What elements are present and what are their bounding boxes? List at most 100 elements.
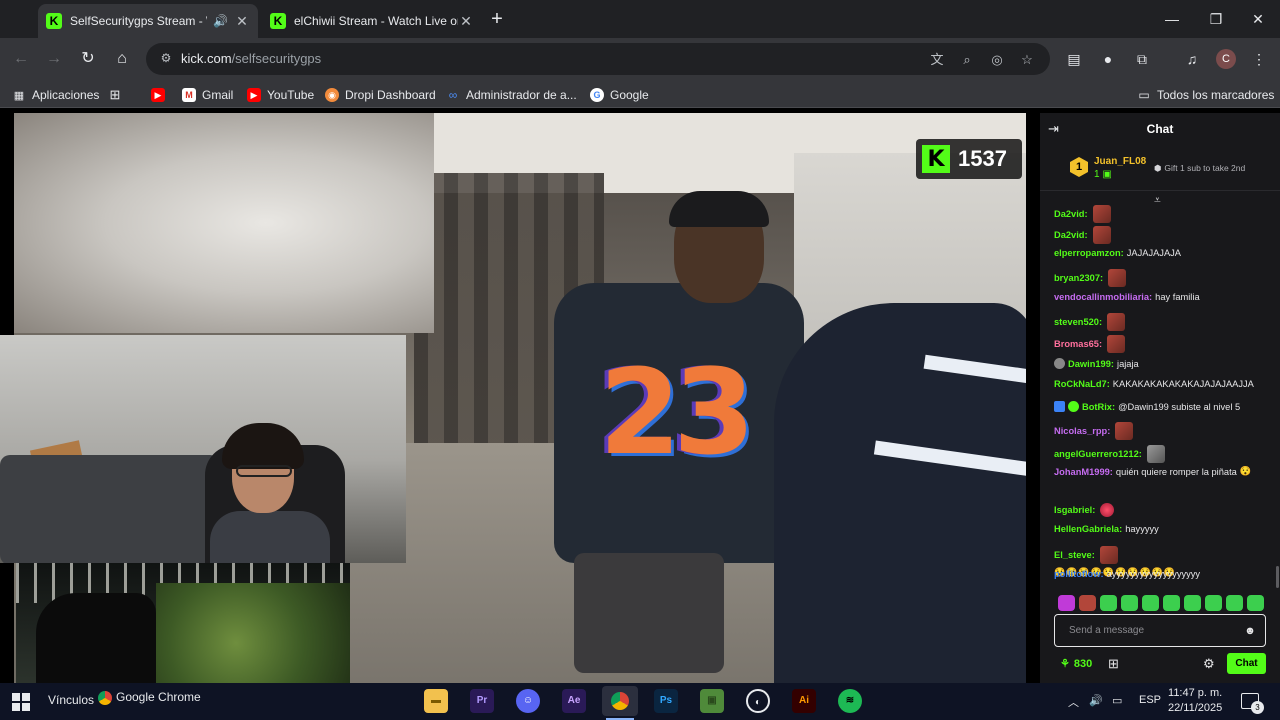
new-tab-button[interactable]: +	[486, 8, 508, 30]
emote-button[interactable]	[1184, 595, 1201, 611]
system-clock[interactable]: 11:47 p. m. 22/11/2025	[1168, 686, 1222, 716]
points-icon: ⚘	[1060, 658, 1070, 670]
speaker-icon[interactable]: 🔊	[213, 14, 228, 28]
premiere-icon[interactable]: Pr	[470, 689, 494, 713]
address-bar[interactable]: ⚙ kick.com/selfsecuritygps 文 ⌕ ◎ ☆	[146, 43, 1050, 75]
bookmark-aplicaciones[interactable]: ▦ Aplicaciones	[12, 86, 100, 104]
emote-button[interactable]	[1100, 595, 1117, 611]
scene-officer	[774, 303, 1026, 683]
bookmark-administrador[interactable]: ∞ Administrador de a...	[446, 86, 577, 104]
file-explorer-icon[interactable]: ▬	[424, 689, 448, 713]
chat-message: Da2vid:	[1054, 226, 1111, 244]
emote-button[interactable]	[1247, 595, 1264, 611]
tab-title: elChiwii Stream - Watch Live on	[294, 14, 458, 28]
media-control-icon[interactable]: ♫	[1181, 48, 1203, 70]
viewer-count: 1537	[958, 146, 1007, 171]
eye-off-icon[interactable]: ◎	[988, 51, 1006, 69]
tab-selfsecuritygps[interactable]: K SelfSecuritygps Stream - W 🔊 ✕	[38, 4, 258, 38]
extensions-icon[interactable]: ⧉	[1131, 48, 1153, 70]
photoshop-icon[interactable]: Ps	[654, 689, 678, 713]
webcam-overlay	[0, 335, 406, 563]
gmail-icon: M	[182, 88, 196, 102]
close-icon[interactable]: ✕	[458, 13, 474, 30]
reading-list-icon[interactable]: ▤	[1063, 48, 1085, 70]
chrome-taskbar-button[interactable]	[602, 686, 638, 716]
after-effects-icon[interactable]: Ae	[562, 689, 586, 713]
bookmark-youtube[interactable]: ▶ YouTube	[247, 86, 314, 104]
url-text[interactable]: kick.com/selfsecuritygps	[181, 51, 321, 66]
emote-button[interactable]	[1142, 595, 1159, 611]
menu-icon[interactable]: ⋮	[1248, 48, 1270, 70]
profile-avatar[interactable]: C	[1216, 49, 1236, 69]
windows-taskbar: Vínculos Google Chrome ▬ Pr ☺ Ae Ps ▣ ◐ …	[0, 683, 1280, 720]
chrome-icon	[611, 692, 629, 710]
bookmark-star-icon[interactable]: ☆	[1018, 51, 1036, 69]
bookmark-dropi[interactable]: ◉ Dropi Dashboard	[325, 86, 436, 104]
gift-leaderboard: 1 Juan_FL08 1 ▣ ⬢ Gift 1 sub to take 2nd	[1040, 147, 1280, 191]
illustrator-icon[interactable]: Ai	[792, 689, 816, 713]
obs-icon[interactable]: ◐	[746, 689, 770, 713]
emote-button[interactable]	[1121, 595, 1138, 611]
quick-emote-bar	[1058, 595, 1280, 611]
youtube-icon: ▶	[247, 88, 261, 102]
emote-button[interactable]	[1226, 595, 1243, 611]
site-info-icon[interactable]: ⚙	[158, 51, 174, 67]
chat-message: El_steve:	[1054, 546, 1118, 564]
send-chat-button[interactable]: Chat	[1227, 653, 1266, 674]
restore-button[interactable]: ❐	[1194, 0, 1238, 38]
chat-settings-icon[interactable]: ⚙	[1203, 656, 1215, 672]
close-window-button[interactable]: ✕	[1236, 0, 1280, 38]
leader-username[interactable]: Juan_FL08	[1094, 156, 1146, 167]
chat-message-input[interactable]: Send a message ☻	[1054, 614, 1266, 647]
chat-message: JohanM1999: quién quiere romper la piñata…	[1054, 466, 1252, 477]
close-icon[interactable]: ✕	[234, 13, 250, 30]
chat-message: Bromas65:	[1054, 335, 1126, 353]
back-button[interactable]: ←	[8, 46, 34, 72]
chat-messages: Da2vid: Da2vid: elperropamzon: JAJAJAJAJA…	[1040, 201, 1280, 591]
minecraft-icon[interactable]: ▣	[700, 689, 724, 713]
language-indicator[interactable]: ESP	[1139, 694, 1161, 706]
bookmark-youtube-icon[interactable]: ▶	[151, 86, 171, 104]
reload-button[interactable]: ↻	[75, 46, 101, 72]
spotify-icon[interactable]: ≋	[838, 689, 862, 713]
bookmark-google[interactable]: G Google	[590, 86, 649, 104]
minimize-button[interactable]: —	[1150, 0, 1194, 38]
emoji-picker-icon[interactable]: ☻	[1243, 624, 1257, 638]
volume-icon[interactable]: 🔊	[1089, 694, 1103, 707]
emote-button[interactable]	[1205, 595, 1222, 611]
zoom-icon[interactable]: ⌕	[958, 51, 976, 69]
tab-title: SelfSecuritygps Stream - W	[70, 14, 208, 28]
tab-elchiwii[interactable]: K elChiwii Stream - Watch Live on ✕	[262, 4, 482, 38]
forward-button[interactable]: →	[41, 46, 67, 72]
emote-icon	[1108, 269, 1127, 287]
gift-icon[interactable]: ⊞	[1108, 656, 1119, 672]
chat-message: Nicolas_rpp:	[1054, 422, 1134, 440]
windows-start-icon[interactable]	[12, 693, 30, 711]
chat-input-placeholder: Send a message	[1069, 625, 1145, 636]
bookmark-grid[interactable]: ⊞	[108, 86, 128, 104]
chat-footer: ⚘ 830 ⊞ ⚙ Chat	[1040, 653, 1280, 683]
chrome-icon	[98, 690, 112, 705]
translate-icon[interactable]: 文	[928, 51, 946, 69]
emote-button[interactable]	[1079, 595, 1096, 611]
discord-icon[interactable]: ☺	[516, 689, 540, 713]
tray-expand-icon[interactable]: ︿	[1068, 694, 1079, 710]
chrome-taskbar-label[interactable]: Google Chrome	[98, 690, 201, 705]
gift-prompt[interactable]: ⬢ Gift 1 sub to take 2nd	[1154, 163, 1245, 174]
browser-toolbar: ← → ↻ ⌂ ⚙ kick.com/selfsecuritygps 文 ⌕ ◎…	[0, 38, 1280, 80]
network-icon[interactable]: ▭	[1112, 694, 1122, 707]
bookmark-gmail[interactable]: M Gmail	[182, 86, 233, 104]
extension-circle-icon[interactable]: ●	[1097, 48, 1119, 70]
notifications-icon[interactable]: 3	[1241, 693, 1264, 714]
emote-button[interactable]	[1058, 595, 1075, 611]
chat-message: pollitoflow: ayyyyyyyyyyyyyyyyyyy	[1054, 569, 1201, 579]
kick-icon: K	[270, 13, 286, 29]
channel-points[interactable]: ⚘ 830	[1060, 657, 1092, 671]
leader-amount: 1 ▣	[1094, 169, 1112, 180]
chat-message: Da2vid:	[1054, 205, 1111, 223]
links-toolbar[interactable]: Vínculos	[48, 693, 94, 707]
bookmark-all[interactable]: ▭ Todos los marcadores	[1137, 86, 1274, 104]
page-scrollbar[interactable]	[1276, 566, 1279, 588]
emote-button[interactable]	[1163, 595, 1180, 611]
home-button[interactable]: ⌂	[109, 46, 135, 72]
